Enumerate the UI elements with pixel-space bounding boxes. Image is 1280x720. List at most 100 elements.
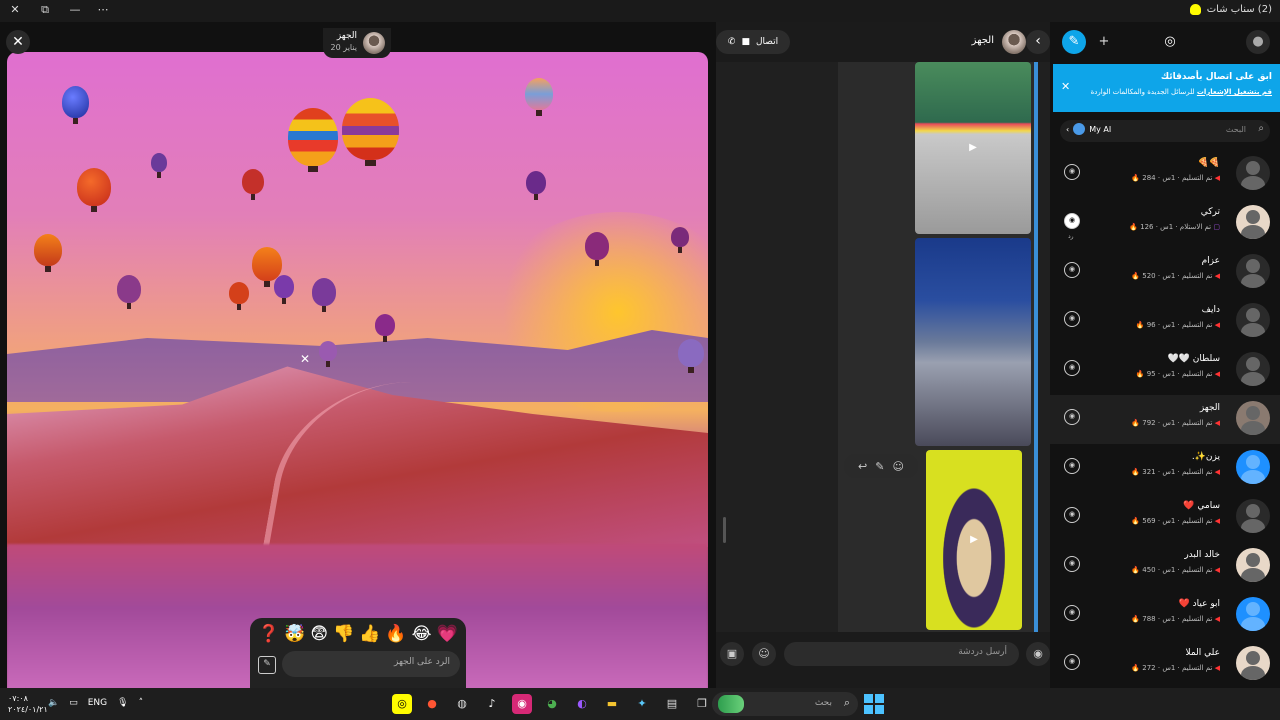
app-icon[interactable]: ◍ bbox=[452, 694, 472, 714]
camera-icon[interactable]: ◉ bbox=[1064, 458, 1080, 474]
microphone-icon[interactable]: 🎙 bbox=[117, 698, 128, 708]
taskbar-clock[interactable]: ٠٧:٠٨ ٢٠٢٤/٠١/٢١ bbox=[8, 693, 48, 715]
reaction-fire[interactable]: 🔥 bbox=[385, 624, 406, 644]
camera-icon[interactable]: ◉ bbox=[1064, 311, 1080, 327]
story-image[interactable]: ✕ bbox=[7, 52, 708, 704]
friend-row[interactable]: ◉ ابو عياد ❤️ ◀ تم التسليم · 1س · 788 🔥 bbox=[1050, 591, 1280, 640]
chat-contact-name[interactable]: الجهز bbox=[972, 35, 994, 46]
taskbar-apps: ◎ ● ◍ ♪ ◉ ◕ ◐ ▬ ✦ ▤ ❐ bbox=[392, 694, 712, 714]
edit-icon[interactable]: ✎ bbox=[875, 460, 884, 473]
chat-input[interactable]: أرسل دردشة bbox=[784, 642, 1019, 666]
instagram-icon[interactable]: ◉ bbox=[512, 694, 532, 714]
snapchat-app-icon[interactable]: ◎ bbox=[392, 694, 412, 714]
phone-icon: ✆ bbox=[727, 37, 736, 47]
video-snap[interactable]: ▶ bbox=[915, 62, 1031, 234]
friend-row[interactable]: ◉ خالد البدر ◀ تم التسليم · 1س · 450 🔥 bbox=[1050, 542, 1280, 591]
new-chat-icon[interactable]: ✎ bbox=[1062, 30, 1086, 54]
copilot-icon[interactable]: ✦ bbox=[632, 694, 652, 714]
tiktok-icon[interactable]: ♪ bbox=[482, 694, 502, 714]
add-friend-icon[interactable]: + bbox=[1092, 30, 1116, 54]
avatar[interactable] bbox=[1002, 30, 1026, 54]
folder-icon[interactable]: ▬ bbox=[602, 694, 622, 714]
story-viewer: ✕ ✕ الجهز 20 يناير ❓ 🤯 😨 👎 👍 🔥 😂 💗 ✎ الر… bbox=[0, 22, 716, 708]
title-bar: ✕ ⧉ — ⋯ (2) سناب شات bbox=[0, 0, 1280, 22]
chevron-up-icon[interactable]: ˄ bbox=[139, 698, 144, 708]
network-icon[interactable]: ▭ bbox=[69, 698, 78, 708]
camera-icon[interactable]: ◉ bbox=[1064, 409, 1080, 425]
reaction-laugh[interactable]: 😂 bbox=[412, 624, 432, 644]
story-owner-header[interactable]: الجهز 20 يناير bbox=[323, 28, 391, 58]
profile-avatar[interactable]: ● bbox=[1246, 30, 1270, 54]
friends-sidebar: ✎ + ◎ ● ابق على اتصال بأصدقائك قم بتشغيل… bbox=[1050, 22, 1280, 688]
close-icon[interactable]: ✕ bbox=[298, 352, 312, 366]
camera-icon[interactable]: ◉ bbox=[1064, 360, 1080, 376]
camera-icon[interactable]: ◉ bbox=[1064, 213, 1080, 229]
search-bar[interactable]: ‹ My AI البحث ⌕ bbox=[1060, 120, 1270, 142]
friend-row[interactable]: ◉ عزام ◀ تم التسليم · 1س · 520 🔥 bbox=[1050, 248, 1280, 297]
image-snap[interactable] bbox=[915, 238, 1031, 446]
friend-row[interactable]: ◉ دايف ◀ تم التسليم · 1س · 96 🔥 bbox=[1050, 297, 1280, 346]
friend-row[interactable]: ◉ سامي ❤️ ◀ تم التسليم · 1س · 569 🔥 bbox=[1050, 493, 1280, 542]
emoji-icon[interactable]: ☺ bbox=[752, 642, 776, 666]
balloon bbox=[242, 169, 264, 200]
volume-icon[interactable]: 🔈 bbox=[48, 698, 59, 708]
camera-icon[interactable]: ◉ bbox=[1064, 164, 1080, 180]
reaction-thumbs-up[interactable]: 👍 bbox=[359, 624, 380, 644]
reaction-question[interactable]: ❓ bbox=[258, 624, 279, 644]
avatar bbox=[1236, 646, 1270, 680]
reaction-mind-blown[interactable]: 🤯 bbox=[284, 624, 305, 644]
close-viewer-button[interactable]: ✕ bbox=[6, 30, 30, 54]
camera-icon[interactable]: ◉ bbox=[1064, 654, 1080, 670]
close-window-icon[interactable]: ✕ bbox=[8, 3, 22, 16]
balloon bbox=[288, 108, 338, 172]
camera-icon[interactable]: ◉ bbox=[1026, 642, 1050, 666]
play-icon: ▶ bbox=[969, 142, 977, 153]
snapchat-ghost-icon[interactable]: ◎ bbox=[1158, 30, 1182, 54]
language-indicator[interactable]: ENG bbox=[88, 698, 107, 708]
taskbar-search[interactable]: بحث ⌕ bbox=[712, 692, 858, 716]
friend-row[interactable]: ◉ يزن✨. ◀ تم التسليم · 1س · 321 🔥 bbox=[1050, 444, 1280, 493]
friend-row[interactable]: ◉ 🍕🍕 ◀ تم التسليم · 1س · 284 🔥 bbox=[1050, 150, 1280, 199]
close-icon[interactable]: ✕ bbox=[1061, 80, 1070, 93]
story-time: 20 يناير bbox=[330, 43, 357, 52]
play-icon: ▶ bbox=[970, 534, 978, 545]
video-snap[interactable]: ▶ bbox=[926, 450, 1022, 630]
reply-icon[interactable]: ↩ bbox=[858, 460, 867, 473]
resize-handle[interactable] bbox=[723, 517, 726, 543]
discord-icon[interactable]: ◐ bbox=[572, 694, 592, 714]
app-icon[interactable]: ● bbox=[422, 694, 442, 714]
camera-icon[interactable]: ◉ bbox=[1064, 262, 1080, 278]
camera-icon[interactable]: ◉ bbox=[1064, 507, 1080, 523]
more-options-icon[interactable]: ⋯ bbox=[96, 3, 110, 16]
chrome-icon[interactable]: ◕ bbox=[542, 694, 562, 714]
camera-icon[interactable]: ◉ bbox=[1064, 605, 1080, 621]
friend-row[interactable]: ◉ الجهز ◀ تم التسليم · 1س · 792 🔥 bbox=[1050, 395, 1280, 444]
friend-row[interactable]: ◉ سلطان 🤍🤍 ◀ تم التسليم · 1س · 95 🔥 bbox=[1050, 346, 1280, 395]
reaction-heart[interactable]: 💗 bbox=[436, 624, 457, 644]
minimize-window-icon[interactable]: — bbox=[68, 3, 82, 16]
avatar bbox=[1236, 499, 1270, 533]
friend-status: ◀ تم التسليم · 1س · 569 🔥 bbox=[1131, 517, 1220, 525]
taskbar-search-input[interactable]: بحث bbox=[815, 698, 832, 708]
sticker-icon[interactable]: ✎ bbox=[258, 656, 276, 674]
search-input[interactable]: البحث bbox=[1226, 125, 1246, 134]
gallery-icon[interactable]: ▣ bbox=[720, 642, 744, 666]
reaction-fearful[interactable]: 😨 bbox=[310, 624, 328, 644]
start-button[interactable] bbox=[864, 694, 884, 714]
chevron-left-icon[interactable]: ‹ bbox=[1026, 30, 1050, 54]
reaction-thumbs-down[interactable]: 👎 bbox=[333, 624, 354, 644]
call-button[interactable]: ✆ ■ اتصال bbox=[716, 30, 790, 54]
friend-row[interactable]: ◉ رد تركي ▢ تم الاستلام · 1س · 126 🔥 bbox=[1050, 199, 1280, 248]
my-ai-button[interactable]: ‹ My AI bbox=[1066, 123, 1111, 135]
task-view-icon[interactable]: ❐ bbox=[692, 694, 712, 714]
balloon bbox=[678, 339, 704, 373]
camera-icon[interactable]: ◉ bbox=[1064, 556, 1080, 572]
search-icon[interactable]: ⌕ bbox=[1258, 123, 1264, 134]
store-icon[interactable]: ▤ bbox=[662, 694, 682, 714]
friend-row[interactable]: ◉ علي الملا ◀ تم التسليم · 1س · 272 🔥 bbox=[1050, 640, 1280, 689]
enable-notifications-link[interactable]: قم بتشغيل الإشعارات bbox=[1197, 88, 1272, 96]
emoji-icon[interactable]: ☺ bbox=[892, 460, 903, 473]
reply-input[interactable]: الرد على الجهز bbox=[282, 651, 460, 677]
chat-input-row: ▣ ☺ أرسل دردشة ◉ bbox=[716, 632, 1050, 688]
restore-window-icon[interactable]: ⧉ bbox=[38, 3, 52, 17]
